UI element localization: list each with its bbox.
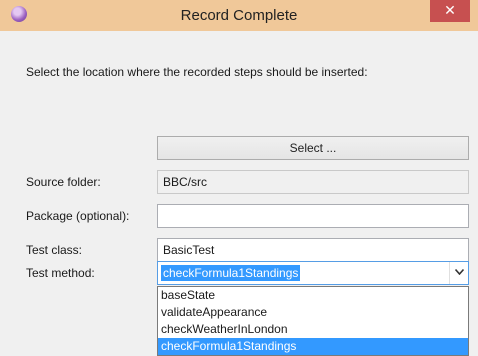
source-folder-field: BBC/src [157,170,469,194]
list-item[interactable]: checkWeatherInLondon [158,321,468,338]
chevron-down-icon[interactable] [449,262,468,284]
source-folder-label: Source folder: [26,175,101,189]
list-item-selected[interactable]: checkFormula1Standings [158,338,468,355]
close-icon: ✕ [444,2,456,18]
list-item[interactable]: baseState [158,287,468,304]
close-button[interactable]: ✕ [430,0,470,22]
list-item[interactable]: validateAppearance [158,304,468,321]
instruction-text: Select the location where the recorded s… [26,65,368,79]
package-input[interactable] [157,204,469,228]
window-title: Record Complete [180,7,298,24]
test-method-label: Test method: [26,266,95,280]
test-method-combo[interactable]: checkFormula1Standings [157,261,469,285]
test-class-input[interactable]: BasicTest [157,238,469,262]
package-label: Package (optional): [26,209,130,223]
test-method-dropdown-list[interactable]: baseState validateAppearance checkWeathe… [157,286,469,356]
title-bar: Record Complete ✕ [0,0,478,31]
test-method-selected-value[interactable]: checkFormula1Standings [161,265,301,281]
test-class-label: Test class: [26,243,83,257]
dialog-content: Select the location where the recorded s… [0,31,478,356]
select-location-button[interactable]: Select ... [157,136,469,160]
